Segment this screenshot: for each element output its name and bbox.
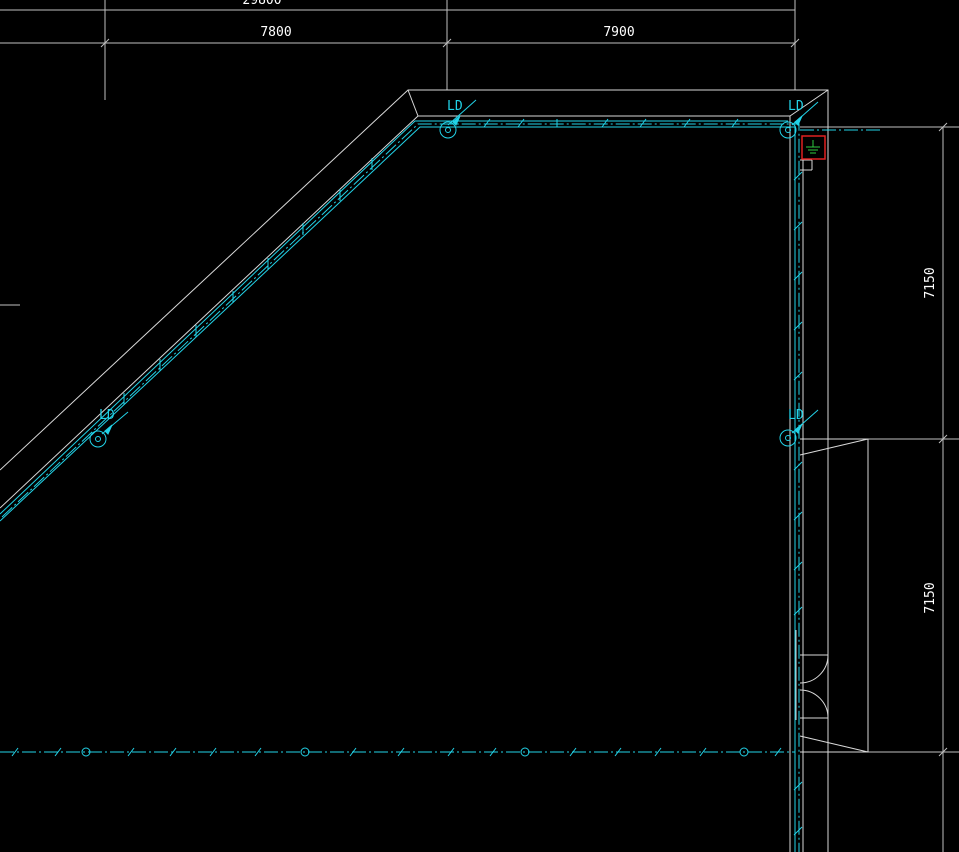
roof-gutters	[0, 120, 880, 852]
downpipe-label: LD	[99, 408, 115, 423]
bottom-drainage-line	[0, 747, 795, 757]
downpipe-label: LD	[788, 99, 804, 114]
downpipe-top-middle[interactable]: LD	[439, 99, 477, 139]
downpipe-label: LD	[788, 408, 804, 423]
grounding-marker[interactable]	[801, 135, 826, 160]
downpipe-label: LD	[447, 99, 463, 114]
right-annex	[799, 159, 869, 753]
downpipe-top-corner[interactable]: LD	[779, 99, 819, 139]
cad-drawing-canvas[interactable]: 29800 7800 7900 7150 7150 LD LD LD LD	[0, 0, 959, 852]
gutter-slope-ticks	[123, 118, 803, 836]
downpipe-right[interactable]: LD	[779, 408, 819, 447]
door-swing	[799, 654, 829, 719]
dimension-right-upper: 7150	[923, 267, 938, 298]
downpipe-left-diagonal[interactable]: LD	[89, 408, 129, 448]
dimension-right-lower: 7150	[923, 582, 938, 613]
dimension-top-left: 7800	[260, 25, 291, 40]
dimension-top-right: 7900	[603, 25, 634, 40]
building-walls	[0, 89, 829, 852]
ground-symbol-icon	[806, 140, 820, 154]
dimension-top-overall: 29800	[242, 0, 281, 8]
right-dimension-lines	[800, 122, 959, 852]
top-dimension-lines	[0, 0, 800, 306]
